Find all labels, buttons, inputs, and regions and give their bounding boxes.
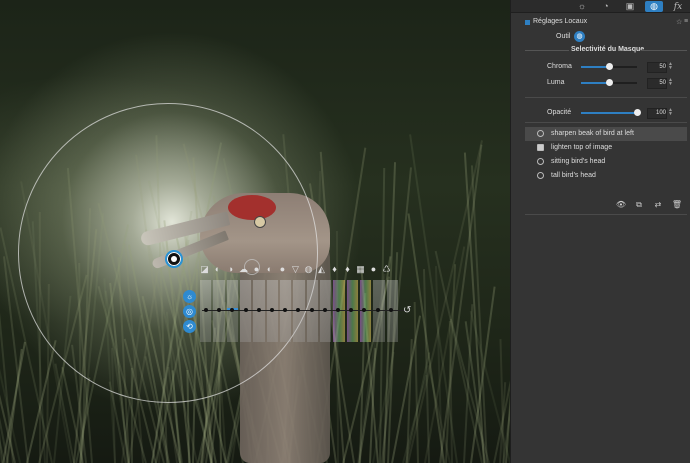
tab-fx[interactable]: fx [669, 1, 687, 12]
section-title: Réglages Locaux [533, 18, 588, 25]
slider-label: Chroma [547, 63, 572, 70]
mask-list-item[interactable]: sharpen beak of bird at left [525, 127, 687, 141]
slider-value[interactable]: 50 [647, 62, 667, 73]
sun-icon: ☼ [577, 1, 587, 11]
tab-details[interactable]: ▣ [621, 1, 639, 12]
graduated-filter-icon [537, 144, 544, 151]
levels-icon[interactable]: ▦ [356, 265, 365, 274]
slider-knob[interactable] [606, 63, 613, 70]
right-panel: ☼ ◔ ▣ ◍ fx Réglages Locaux ☆ ≡ Outil ◍ S… [510, 0, 690, 463]
mask-name: tall bird's head [551, 172, 596, 179]
mask-name: sharpen beak of bird at left [551, 130, 634, 137]
exposure-icon[interactable]: ◪ [200, 265, 209, 274]
mask-list-item[interactable]: lighten top of image [525, 141, 687, 155]
control-point-icon [537, 172, 544, 179]
control-point-toolbar: ◪ ◐ ◑ ☁ ● ◐ ● ▽ ◍ ◭ ♦ ♦ ▦ ● ♺ [200, 265, 391, 274]
slider-handle[interactable] [336, 308, 340, 312]
menu-icon[interactable]: ≡ [684, 18, 688, 25]
divider [525, 97, 687, 98]
slider-handle[interactable] [388, 308, 393, 312]
color-icon: ◔ [603, 1, 609, 11]
color-wheel-icon[interactable]: ◎ [183, 305, 196, 318]
local-adjustments-icon: ◍ [650, 1, 658, 11]
slider-stepper[interactable]: ▲ ▼ [668, 62, 673, 71]
control-point-tool-icon[interactable]: ◍ [574, 31, 585, 42]
slider-handle[interactable] [243, 308, 248, 312]
opacity-label: Opacité [547, 109, 572, 116]
dark-circle-icon[interactable]: ● [278, 265, 287, 274]
swap-icon[interactable]: ⇄ [651, 199, 665, 210]
divider [525, 122, 687, 123]
star-icon[interactable]: ☆ [676, 18, 682, 26]
divider [525, 214, 687, 215]
panel-tabs: ☼ ◔ ▣ ◍ fx [511, 0, 690, 13]
details-icon: ▣ [625, 1, 635, 11]
light-icon[interactable]: ☼ [183, 290, 196, 303]
slider-handle[interactable] [256, 308, 261, 312]
duplicate-icon[interactable]: ⧉ [632, 199, 646, 210]
control-point-icon [537, 130, 544, 137]
opacity-slider-fill [581, 112, 637, 114]
slider-handle[interactable] [204, 308, 208, 312]
contrast-icon[interactable]: ◐ [213, 265, 222, 274]
gray-circle-icon[interactable]: ◍ [304, 265, 313, 274]
vibrance-icon[interactable]: ◭ [317, 265, 326, 274]
mask-list: sharpen beak of bird at left lighten top … [525, 127, 687, 183]
show-mask-icon[interactable]: 👁 [614, 199, 628, 210]
halftone-icon[interactable]: ◑ [226, 265, 235, 274]
slider-stepper[interactable]: ▲ ▼ [668, 78, 673, 87]
recycle-icon[interactable]: ♺ [382, 265, 391, 274]
tab-local-adjustments[interactable]: ◍ [645, 1, 663, 12]
circle-icon[interactable]: ● [252, 265, 261, 274]
opacity-slider-knob[interactable] [634, 109, 641, 116]
control-point[interactable] [165, 250, 183, 268]
mask-list-item[interactable]: tall bird's head [525, 169, 687, 183]
opacity-stepper[interactable]: ▲ ▼ [668, 108, 673, 117]
triangle-icon[interactable]: ▽ [291, 265, 300, 274]
contrast-half-icon[interactable]: ◐ [265, 265, 274, 274]
slider-label: Luma [547, 79, 565, 86]
mask-name: lighten top of image [551, 144, 613, 151]
delete-icon[interactable]: 🗑 [670, 199, 684, 210]
divider [641, 50, 687, 51]
photo-canvas[interactable]: ◪ ◐ ◑ ☁ ● ◐ ● ▽ ◍ ◭ ♦ ♦ ▦ ● ♺ ☼ ◎ ⟲ ↺ [0, 0, 510, 463]
reset-sliders-icon[interactable]: ↺ [403, 305, 411, 316]
fx-icon: fx [673, 2, 683, 12]
tool-label: Outil [556, 33, 571, 40]
section-toggle[interactable] [525, 20, 530, 25]
drop2-icon[interactable]: ♦ [343, 265, 352, 274]
slider-handle[interactable] [375, 308, 380, 312]
drop-icon[interactable]: ♦ [330, 265, 339, 274]
tab-light[interactable]: ☼ [573, 1, 591, 12]
slider-knob[interactable] [606, 79, 613, 86]
slider-value[interactable]: 50 [647, 78, 667, 89]
slider-handle[interactable] [270, 308, 274, 312]
tab-color[interactable]: ◔ [597, 1, 615, 12]
slider-handle[interactable] [322, 308, 327, 312]
slider-fill [581, 82, 609, 84]
control-point-icon [537, 158, 544, 165]
slider-handle[interactable] [309, 308, 314, 312]
cloud-icon[interactable]: ☁ [239, 265, 248, 274]
mask-name: sitting bird's head [551, 158, 606, 165]
opacity-value[interactable]: 100 [647, 108, 667, 119]
mask-selectivity-title: Selectivité du Masque [569, 46, 647, 53]
slider-fill [581, 66, 609, 68]
reset-icon[interactable]: ⟲ [183, 320, 196, 333]
dot-icon[interactable]: ● [369, 265, 378, 274]
mask-list-item[interactable]: sitting bird's head [525, 155, 687, 169]
